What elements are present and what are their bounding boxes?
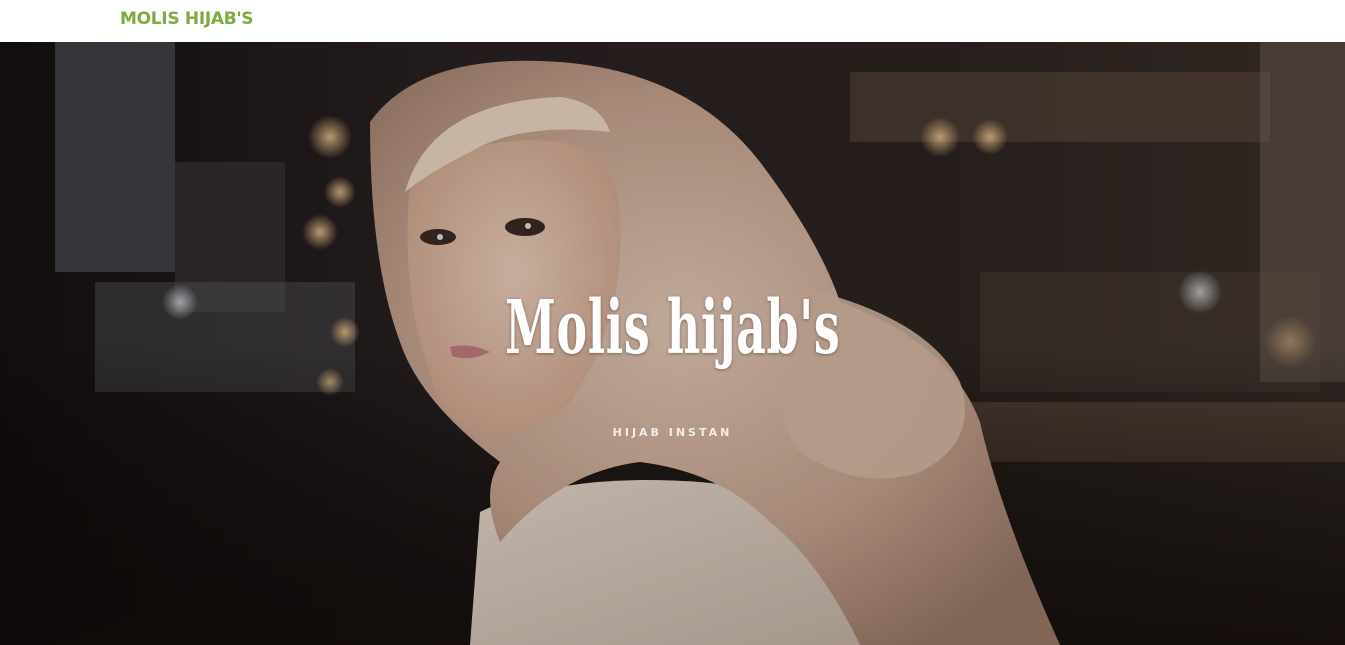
site-header: MOLIS HIJAB'S (0, 0, 1345, 42)
site-logo-link[interactable]: MOLIS HIJAB'S (120, 8, 254, 30)
hero-title: Molis hijab's (505, 285, 841, 371)
hero-banner: Molis hijab's HIJAB INSTAN (0, 42, 1345, 645)
hero-subtitle: HIJAB INSTAN (612, 426, 733, 439)
